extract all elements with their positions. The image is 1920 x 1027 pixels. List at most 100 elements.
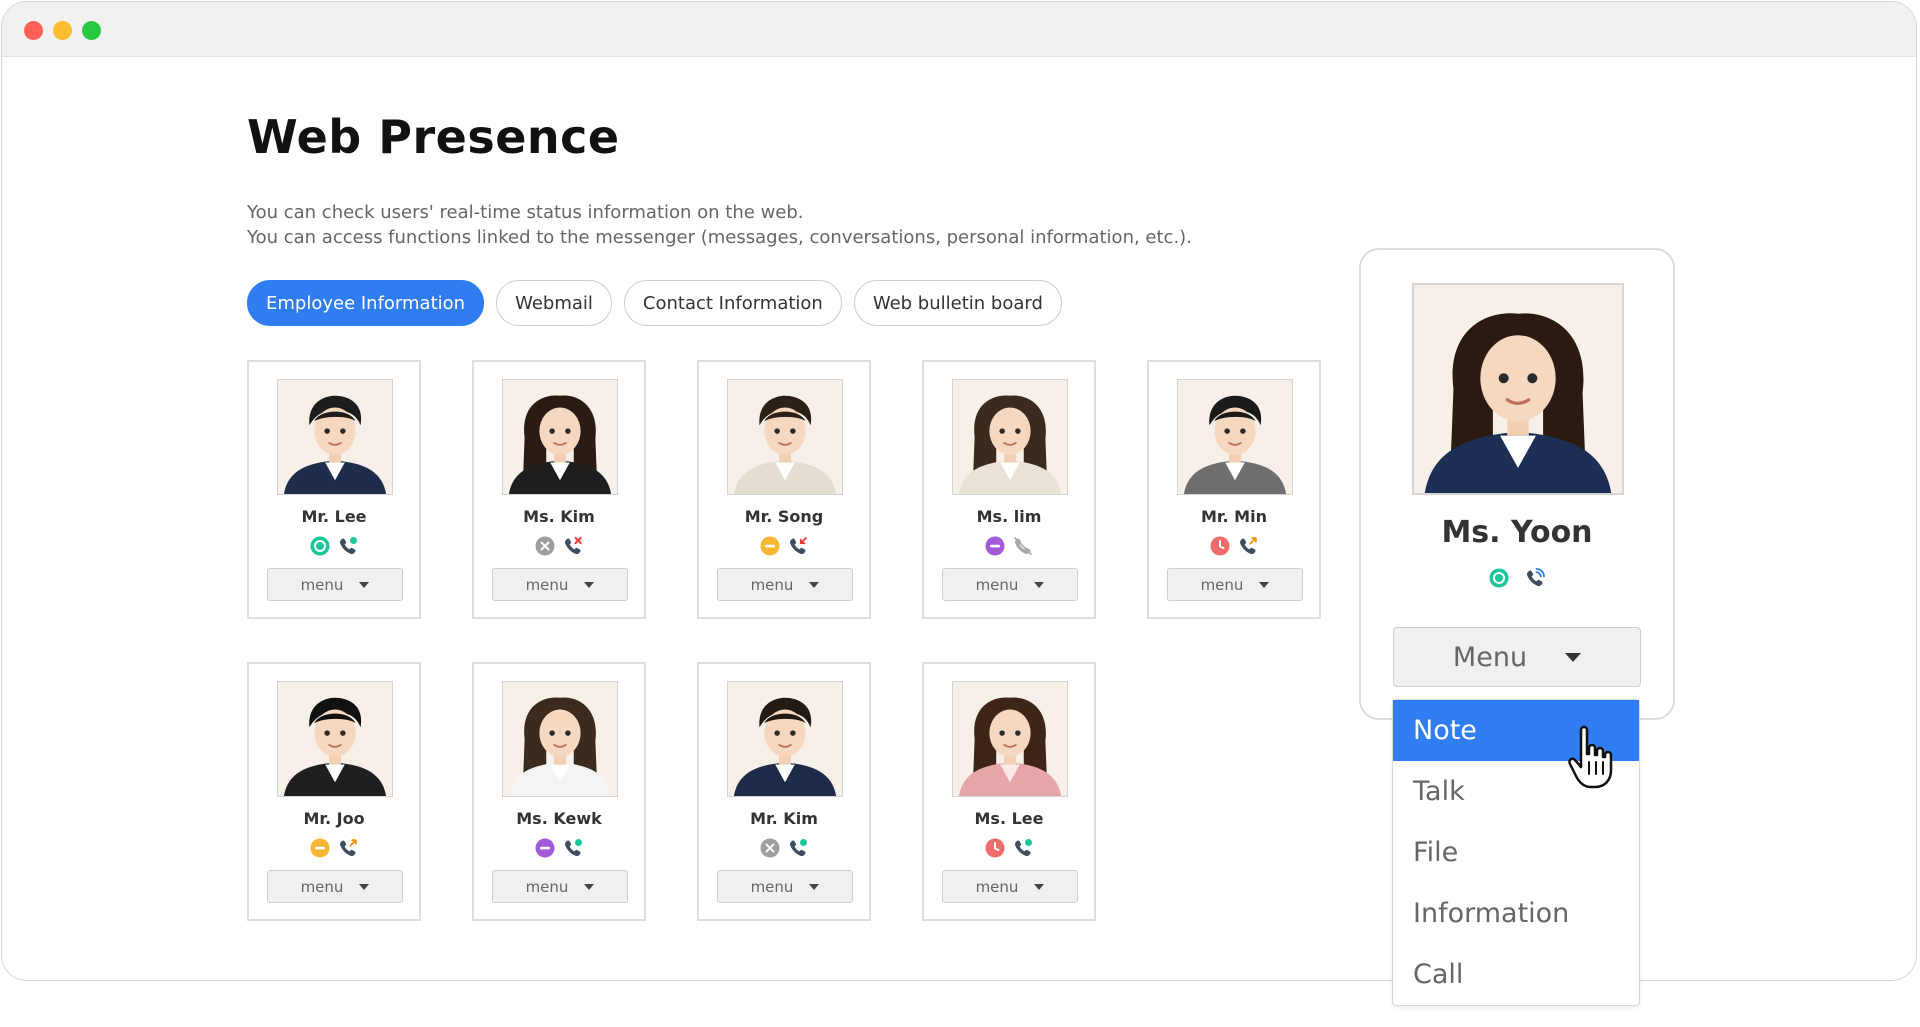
employee-name: Ms. Kewk <box>516 809 602 828</box>
employee-menu-label: menu <box>300 877 344 896</box>
online-ring-icon <box>1489 568 1509 588</box>
busy-minus-icon <box>310 838 330 858</box>
minimize-window-button[interactable] <box>53 21 72 40</box>
title-bar <box>2 2 1916 57</box>
description-line-1: You can check users' real-time status in… <box>247 202 804 223</box>
description-line-2: You can access functions linked to the m… <box>247 227 1192 248</box>
online-ring-icon <box>310 536 330 556</box>
employee-name: Mr. Joo <box>303 809 365 828</box>
employee-card: Mr. Lee menu <box>247 360 421 619</box>
employee-name: Mr. Min <box>1201 507 1267 526</box>
employee-avatar <box>952 681 1068 797</box>
offline-x-icon <box>535 536 555 556</box>
phone-icon <box>1240 537 1257 555</box>
tab-web-bulletin-board[interactable]: Web bulletin board <box>853 280 1062 326</box>
employee-menu-label: menu <box>750 877 794 896</box>
employee-menu-label: menu <box>975 877 1019 896</box>
employee-menu-button[interactable]: menu <box>267 568 403 601</box>
employee-status-icons <box>699 838 869 858</box>
tab-bar: Employee Information Webmail Contact Inf… <box>247 280 1062 326</box>
employee-status-icons <box>699 536 869 556</box>
employee-menu-button[interactable]: menu <box>1167 568 1303 601</box>
employee-menu-label: menu <box>300 575 344 594</box>
phone-icon <box>565 839 582 857</box>
dnd-minus-icon <box>985 536 1005 556</box>
employee-card: Mr. Min menu <box>1147 360 1321 619</box>
employee-status-icons <box>924 838 1094 858</box>
employee-menu-button[interactable]: menu <box>717 568 853 601</box>
away-clock-icon <box>985 838 1005 858</box>
phone-icon <box>1015 839 1032 857</box>
menu-option-call[interactable]: Call <box>1393 944 1639 1005</box>
profile-name: Ms. Yoon <box>1441 515 1593 550</box>
employee-menu-button[interactable]: menu <box>492 870 628 903</box>
employee-avatar <box>952 379 1068 495</box>
profile-photo <box>1412 283 1624 495</box>
employee-avatar <box>1177 379 1293 495</box>
caret-down-icon <box>1034 883 1045 890</box>
employee-menu-label: menu <box>975 575 1019 594</box>
employee-menu-button[interactable]: menu <box>717 870 853 903</box>
caret-down-icon <box>809 581 820 588</box>
employee-name: Mr. Lee <box>301 507 367 526</box>
employee-avatar <box>727 681 843 797</box>
caret-down-icon <box>359 581 370 588</box>
employee-avatar <box>502 379 618 495</box>
employee-menu-label: menu <box>1200 575 1244 594</box>
employee-card: Ms. Kim menu <box>472 360 646 619</box>
caret-down-icon <box>1259 581 1270 588</box>
caret-down-icon <box>584 883 595 890</box>
tab-webmail[interactable]: Webmail <box>496 280 612 326</box>
phone-icon <box>565 536 582 555</box>
offline-x-icon <box>760 838 780 858</box>
caret-down-icon <box>1565 652 1582 662</box>
phone-icon <box>790 537 807 555</box>
maximize-window-button[interactable] <box>82 21 101 40</box>
employee-avatar <box>277 681 393 797</box>
employee-card: Ms. lim menu <box>922 360 1096 619</box>
away-clock-icon <box>1210 536 1230 556</box>
profile-panel: Ms. Yoon Menu <box>1359 248 1675 720</box>
employee-avatar <box>277 379 393 495</box>
employee-name: Mr. Kim <box>750 809 818 828</box>
employee-status-icons <box>249 536 419 556</box>
employee-status-icons <box>474 536 644 556</box>
employee-menu-label: menu <box>525 877 569 896</box>
employee-status-icons <box>249 838 419 858</box>
tab-contact-information[interactable]: Contact Information <box>623 280 842 326</box>
close-window-button[interactable] <box>24 21 43 40</box>
employee-menu-label: menu <box>525 575 569 594</box>
employee-card: Mr. Kim menu <box>697 662 871 921</box>
page-title: Web Presence <box>247 110 620 164</box>
menu-option-file[interactable]: File <box>1393 822 1639 883</box>
employee-menu-label: menu <box>750 575 794 594</box>
caret-down-icon <box>1034 581 1045 588</box>
page-description: You can check users' real-time status in… <box>247 200 1192 250</box>
employee-status-icons <box>474 838 644 858</box>
phone-icon <box>340 839 357 857</box>
caret-down-icon <box>584 581 595 588</box>
caret-down-icon <box>809 883 820 890</box>
employee-name: Mr. Song <box>744 507 824 526</box>
tab-employee-information[interactable]: Employee Information <box>247 280 485 326</box>
employee-avatar <box>502 681 618 797</box>
menu-option-information[interactable]: Information <box>1393 883 1639 944</box>
phone-icon <box>790 839 807 857</box>
employee-name: Ms. Lee <box>974 809 1044 828</box>
employee-name: Ms. Kim <box>523 507 595 526</box>
profile-menu-label: Menu <box>1452 641 1528 673</box>
profile-status-icons <box>1361 568 1673 588</box>
employee-card: Mr. Song menu <box>697 360 871 619</box>
phone-icon <box>340 537 357 555</box>
employee-menu-button[interactable]: menu <box>267 870 403 903</box>
busy-minus-icon <box>760 536 780 556</box>
employee-card: Mr. Joo menu <box>247 662 421 921</box>
employee-card: Ms. Kewk menu <box>472 662 646 921</box>
employee-menu-button[interactable]: menu <box>492 568 628 601</box>
employee-menu-button[interactable]: menu <box>942 870 1078 903</box>
profile-menu-button[interactable]: Menu <box>1393 627 1641 687</box>
employee-menu-button[interactable]: menu <box>942 568 1078 601</box>
employee-avatar <box>727 379 843 495</box>
phone-icon <box>1014 537 1032 555</box>
employee-card: Ms. Lee menu <box>922 662 1096 921</box>
